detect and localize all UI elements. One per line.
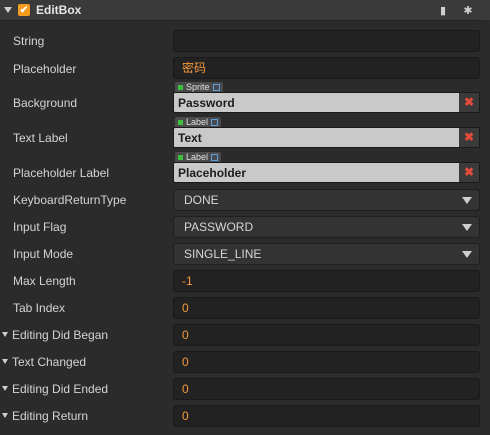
row-label: KeyboardReturnType: [13, 193, 127, 207]
row-max-length: Max Length -1: [0, 268, 482, 295]
row-label: Input Flag: [13, 220, 67, 234]
row-placeholder: Placeholder 密码: [0, 56, 482, 83]
row-label-text: Editing Did Began: [12, 328, 109, 342]
row-label: Background: [13, 96, 78, 110]
row-tab-index: Tab Index 0: [0, 295, 482, 322]
row-label: Text Label: [13, 131, 68, 145]
background-asset-field[interactable]: Password ✖: [173, 92, 480, 113]
component-header[interactable]: ✔ EditBox ▮ ✱: [0, 0, 490, 21]
row-label[interactable]: Text Changed: [2, 355, 86, 369]
chevron-down-icon[interactable]: [2, 359, 8, 365]
editing-did-began-count[interactable]: 0: [173, 324, 480, 346]
row-label[interactable]: Editing Did Ended: [2, 382, 108, 396]
asset-name: Text: [178, 131, 202, 145]
row-label: Input Mode: [13, 247, 74, 261]
row-editing-return[interactable]: Editing Return 0: [0, 403, 482, 430]
input-flag-select[interactable]: PASSWORD: [173, 216, 480, 238]
keyboard-return-type-select[interactable]: DONE: [173, 189, 480, 211]
row-label: Tab Index: [13, 301, 66, 315]
close-icon[interactable]: ✖: [459, 93, 479, 112]
chevron-down-icon: [462, 197, 472, 204]
row-label-text: Text Changed: [12, 355, 87, 369]
enable-checkbox[interactable]: ✔: [18, 4, 30, 16]
placeholder-input[interactable]: 密码: [173, 57, 480, 79]
chevron-down-icon: [462, 251, 472, 258]
row-input-mode: Input Mode SINGLE_LINE: [0, 241, 482, 268]
chevron-down-icon[interactable]: [2, 332, 8, 338]
row-placeholder-label: Placeholder Label Placeholder ✖: [0, 160, 482, 187]
max-length-input[interactable]: -1: [173, 270, 480, 292]
text-label-asset-field[interactable]: Text ✖: [173, 127, 480, 148]
chevron-down-icon: [462, 224, 472, 231]
select-value: PASSWORD: [184, 220, 254, 234]
row-string: String: [0, 28, 482, 55]
close-icon[interactable]: ✖: [459, 128, 479, 147]
row-text-label: Text Label Text ✖: [0, 125, 482, 152]
row-background: Background Password ✖: [0, 90, 482, 117]
row-text-changed[interactable]: Text Changed 0: [0, 349, 482, 376]
row-editing-did-began[interactable]: Editing Did Began 0: [0, 322, 482, 349]
gear-icon[interactable]: ✱: [461, 3, 475, 17]
row-label-text: Editing Return: [12, 409, 89, 423]
component-title: EditBox: [36, 3, 82, 17]
asset-name: Placeholder: [178, 166, 247, 180]
row-label: Placeholder: [13, 62, 77, 76]
editing-return-count[interactable]: 0: [173, 405, 480, 427]
row-label: Max Length: [13, 274, 76, 288]
close-icon[interactable]: ✖: [459, 163, 479, 182]
select-value: SINGLE_LINE: [184, 247, 262, 261]
input-mode-select[interactable]: SINGLE_LINE: [173, 243, 480, 265]
checkbox-icon: ✔: [19, 4, 29, 16]
row-label: String: [13, 34, 45, 48]
row-label[interactable]: Editing Did Began: [2, 328, 108, 342]
row-keyboard-return-type: KeyboardReturnType DONE: [0, 187, 482, 214]
chevron-down-icon[interactable]: [2, 386, 8, 392]
row-input-flag: Input Flag PASSWORD: [0, 214, 482, 241]
row-label: Placeholder Label: [13, 166, 110, 180]
book-icon[interactable]: ▮: [436, 3, 450, 17]
asset-name: Password: [178, 96, 235, 110]
chevron-down-icon[interactable]: [2, 413, 8, 419]
editing-did-ended-count[interactable]: 0: [173, 378, 480, 400]
text-changed-count[interactable]: 0: [173, 351, 480, 373]
chevron-down-icon[interactable]: [4, 7, 12, 13]
string-input[interactable]: [173, 30, 480, 52]
row-editing-did-ended[interactable]: Editing Did Ended 0: [0, 376, 482, 403]
row-label-text: Editing Did Ended: [12, 382, 109, 396]
scrollbar[interactable]: [482, 20, 490, 435]
placeholder-label-asset-field[interactable]: Placeholder ✖: [173, 162, 480, 183]
row-label[interactable]: Editing Return: [2, 409, 88, 423]
tab-index-input[interactable]: 0: [173, 297, 480, 319]
select-value: DONE: [184, 193, 219, 207]
